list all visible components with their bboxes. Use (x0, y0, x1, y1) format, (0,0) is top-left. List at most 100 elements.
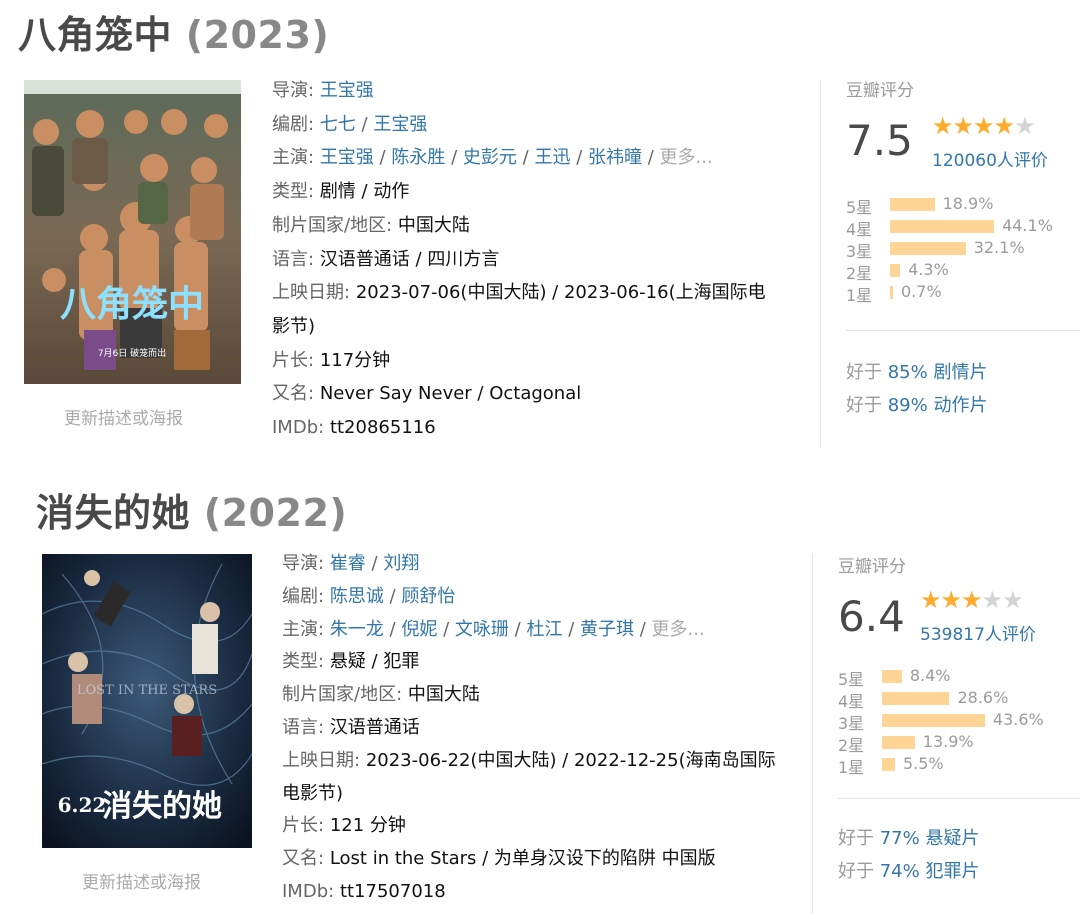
update-poster-link[interactable]: 更新描述或海报 (82, 868, 201, 893)
aka-row: 又名: Lost in the Stars / 为单身汉设下的陷阱 中国版 (282, 843, 776, 876)
star-empty-icon: ★ (1002, 586, 1023, 614)
better-than-percent[interactable]: 77% (880, 828, 920, 849)
release-label: 上映日期: (272, 282, 351, 304)
language-label: 语言: (282, 716, 325, 738)
imdb-label: IMDb: (282, 880, 335, 902)
rating-bar (882, 736, 915, 749)
better-than-genre[interactable]: 动作片 (933, 395, 987, 416)
language-row: 语言: 汉语普通话 / 四川方言 (272, 243, 766, 277)
rating-bar (882, 714, 985, 727)
rating-bar-row: 3星 43.6% (838, 709, 1074, 733)
rating-bar-row: 4星 28.6% (838, 687, 1074, 711)
better-than-percent[interactable]: 85% (888, 362, 928, 383)
release-value-cont: 影节) (272, 315, 316, 337)
imdb-value: tt20865116 (329, 417, 436, 439)
aka-label: 又名: (272, 383, 315, 405)
genre-label: 类型: (272, 181, 315, 203)
runtime-label: 片长: (282, 815, 325, 837)
better-than-percent[interactable]: 89% (888, 395, 928, 416)
cast-label: 主演: (282, 618, 325, 640)
better-than-genre[interactable]: 犯罪片 (925, 861, 979, 882)
star-filled-icon: ★ (952, 112, 974, 140)
cast-link[interactable]: 王迅 (534, 147, 570, 168)
cast-link[interactable]: 朱一龙 (330, 619, 384, 640)
rating-divider (838, 798, 1080, 799)
cast-link[interactable]: 张祎曈 (588, 147, 642, 168)
cast-link[interactable]: 倪妮 (401, 619, 437, 640)
svg-text:6.22: 6.22 (58, 793, 107, 817)
release-label: 上映日期: (282, 749, 361, 771)
better-than-item: 好于 85% 剧情片 (846, 356, 987, 389)
movie-year: (2023) (185, 13, 330, 57)
more-cast-link[interactable]: 更多... (652, 619, 705, 640)
better-than-genre[interactable]: 剧情片 (933, 362, 987, 383)
country-row: 制片国家/地区: 中国大陆 (272, 209, 766, 243)
better-than-genre[interactable]: 悬疑片 (925, 828, 979, 849)
star-filled-icon: ★ (961, 586, 982, 614)
country-label: 制片国家/地区: (282, 684, 403, 706)
runtime-row: 片长: 117分钟 (272, 344, 766, 378)
release-row: 上映日期: 2023-07-06(中国大陆) / 2023-06-16(上海国际… (272, 276, 766, 310)
genre-label: 类型: (282, 651, 325, 673)
writer-link[interactable]: 陈思诚 (330, 586, 384, 607)
rating-bar-percent: 44.1% (1002, 216, 1053, 235)
country-row: 制片国家/地区: 中国大陆 (282, 679, 776, 712)
director-row: 导演: 王宝强 (272, 74, 766, 108)
rating-bar (882, 692, 950, 705)
runtime-row: 片长: 121 分钟 (282, 810, 776, 843)
better-than-list: 好于 85% 剧情片 好于 89% 动作片 (846, 356, 987, 422)
movie-title-text: 消失的她 (36, 491, 191, 535)
better-than-item: 好于 77% 悬疑片 (838, 822, 979, 855)
language-label: 语言: (272, 248, 315, 270)
rating-bar (890, 264, 901, 277)
movie-card: 八角笼中 (2023) 八角笼中 7月6日 破笼而出 更新描述或海报 导演: 王… (0, 0, 1080, 460)
rating-bar-percent: 5.5% (902, 754, 944, 773)
more-cast-link[interactable]: 更多... (660, 147, 713, 168)
country-label: 制片国家/地区: (272, 214, 393, 236)
star-filled-icon: ★ (932, 112, 953, 140)
rating-count-link[interactable]: 120060人评价 (932, 146, 1048, 171)
rating-bar-row: 2星 13.9% (838, 731, 1074, 755)
star-filled-icon: ★ (993, 112, 1015, 140)
genre-row: 类型: 剧情 / 动作 (272, 175, 766, 209)
director-label: 导演: (272, 80, 315, 101)
rating-distribution: 5星 8.4% 4星 28.6% 3星 43.6% 2星 13.9% 1星 5.5% (838, 665, 1074, 777)
cast-label: 主演: (272, 147, 315, 169)
update-poster-link[interactable]: 更新描述或海报 (64, 404, 183, 429)
svg-text:消失的她: 消失的她 (102, 789, 222, 824)
svg-text:7月6日 破笼而出: 7月6日 破笼而出 (98, 347, 166, 359)
better-than-percent[interactable]: 74% (880, 861, 920, 882)
director-link[interactable]: 崔睿 (330, 553, 366, 574)
country-value: 中国大陆 (397, 214, 470, 236)
runtime-label: 片长: (272, 349, 315, 371)
imdb-row: IMDb: tt17507018 (282, 876, 776, 909)
movie-poster[interactable]: LOST IN THE STARS 6.22 消失的她 (42, 554, 252, 848)
movie-poster[interactable]: 八角笼中 7月6日 破笼而出 (24, 80, 241, 384)
genre-value: 剧情 / 动作 (319, 181, 410, 203)
cast-row: 主演: 王宝强 / 陈永胜 / 史彭元 / 王迅 / 张祎曈 / 更多... (272, 147, 713, 169)
star-empty-icon: ★ (981, 586, 1003, 614)
cast-link[interactable]: 陈永胜 (391, 147, 445, 168)
rating-bar-row: 5星 8.4% (838, 665, 1074, 689)
rating-bar (890, 286, 893, 299)
cast-link[interactable]: 文咏珊 (455, 619, 509, 640)
rating-bar-row: 2星 4.3% (846, 259, 1076, 283)
director-link[interactable]: 王宝强 (320, 80, 374, 101)
aka-label: 又名: (282, 848, 325, 870)
cast-link[interactable]: 杜江 (526, 619, 562, 640)
cast-link[interactable]: 史彭元 (463, 147, 517, 168)
writer-link[interactable]: 顾舒怡 (401, 586, 455, 607)
rating-label: 豆瓣评分 (838, 557, 906, 577)
rating-count-link[interactable]: 539817人评价 (920, 620, 1036, 645)
star-empty-icon: ★ (1014, 112, 1035, 140)
writer-link[interactable]: 七七 (320, 114, 356, 135)
cast-link[interactable]: 王宝强 (320, 147, 374, 168)
writer-row: 编剧: 陈思诚 / 顾舒怡 (282, 585, 456, 607)
rating-bar-percent: 18.9% (942, 194, 994, 213)
director-link[interactable]: 刘翔 (383, 553, 419, 574)
imdb-value: tt17507018 (339, 880, 446, 902)
rating-bar-row: 4星 44.1% (846, 215, 1076, 239)
writer-link[interactable]: 王宝强 (373, 114, 427, 135)
rating-bar (882, 670, 902, 683)
cast-link[interactable]: 黄子琪 (580, 619, 634, 640)
